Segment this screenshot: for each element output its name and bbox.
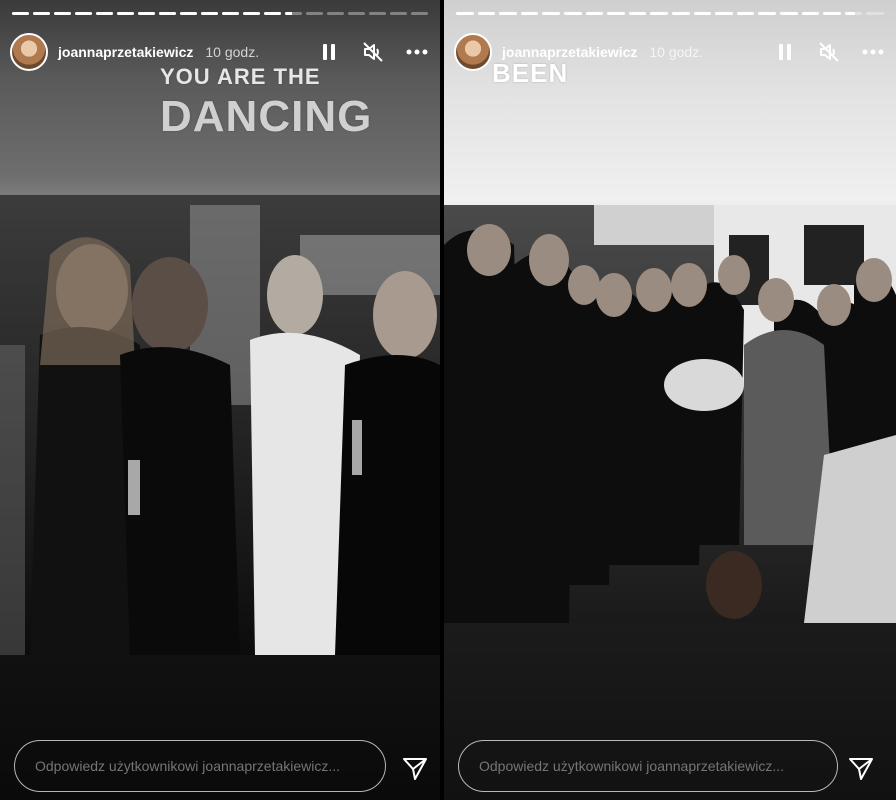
story-progress-bar <box>12 12 428 15</box>
progress-segment-fill <box>823 12 841 15</box>
progress-segment <box>12 12 29 15</box>
story-caption-line-1: YOU ARE THE <box>160 64 321 89</box>
progress-segment-fill <box>33 12 50 15</box>
progress-segment-fill <box>801 12 820 15</box>
progress-segment-fill <box>243 12 260 15</box>
progress-segment <box>671 12 690 15</box>
progress-segment <box>736 12 755 15</box>
progress-segment <box>693 12 712 15</box>
progress-segment <box>243 12 260 15</box>
progress-segment-fill <box>542 12 560 15</box>
pause-icon[interactable] <box>774 41 796 63</box>
progress-segment <box>866 12 884 15</box>
progress-segment-fill <box>628 12 647 15</box>
progress-segment <box>306 12 323 15</box>
progress-segment-fill <box>477 12 496 15</box>
progress-segment <box>201 12 218 15</box>
story-photo <box>0 195 440 655</box>
username[interactable]: joannaprzetakiewicz <box>58 44 193 60</box>
progress-segment <box>348 12 365 15</box>
progress-segment <box>520 12 539 15</box>
progress-segment-fill <box>650 12 668 15</box>
progress-segment <box>264 12 281 15</box>
progress-segment-fill <box>736 12 755 15</box>
progress-segment <box>390 12 407 15</box>
paper-plane-icon[interactable] <box>848 756 874 782</box>
progress-segment <box>628 12 647 15</box>
progress-segment <box>650 12 668 15</box>
progress-segment <box>33 12 50 15</box>
progress-segment-fill <box>585 12 604 15</box>
progress-segment <box>758 12 776 15</box>
progress-segment <box>369 12 386 15</box>
progress-segment-fill <box>180 12 197 15</box>
progress-segment-fill <box>222 12 239 15</box>
progress-segment-fill <box>607 12 625 15</box>
progress-segment-fill <box>715 12 733 15</box>
story-photo <box>444 205 896 623</box>
progress-segment-fill <box>456 12 474 15</box>
progress-segment-fill <box>285 12 292 15</box>
more-dots-icon[interactable] <box>406 41 428 63</box>
progress-segment <box>607 12 625 15</box>
progress-segment <box>117 12 134 15</box>
progress-segment <box>823 12 841 15</box>
reply-input[interactable] <box>14 740 386 792</box>
progress-segment <box>715 12 733 15</box>
progress-segment <box>54 12 71 15</box>
progress-segment-fill <box>693 12 712 15</box>
progress-segment-fill <box>520 12 539 15</box>
progress-segment-fill <box>563 12 582 15</box>
timestamp: 10 godz. <box>205 44 260 60</box>
progress-segment <box>222 12 239 15</box>
progress-segment <box>96 12 113 15</box>
story-caption-line-2: DANCING <box>160 92 373 141</box>
timestamp: 10 godz. <box>649 44 704 60</box>
progress-segment <box>477 12 496 15</box>
progress-segment <box>801 12 820 15</box>
speaker-muted-icon[interactable] <box>362 41 384 63</box>
progress-segment-fill <box>671 12 690 15</box>
progress-segment <box>75 12 92 15</box>
progress-segment-fill <box>499 12 517 15</box>
story-progress-bar <box>456 12 884 15</box>
progress-segment-fill <box>138 12 155 15</box>
progress-segment-fill <box>201 12 218 15</box>
progress-segment <box>138 12 155 15</box>
progress-segment-fill <box>779 12 798 15</box>
progress-segment <box>180 12 197 15</box>
progress-segment <box>585 12 604 15</box>
progress-segment <box>327 12 344 15</box>
progress-segment-fill <box>117 12 134 15</box>
paper-plane-icon[interactable] <box>402 756 428 782</box>
progress-segment-fill <box>12 12 29 15</box>
progress-segment <box>159 12 176 15</box>
more-dots-icon[interactable] <box>862 41 884 63</box>
avatar[interactable] <box>10 33 48 71</box>
pause-icon[interactable] <box>318 41 340 63</box>
progress-segment-fill <box>159 12 176 15</box>
story-panel-right: joannaprzetakiewicz 10 godz. BEEN <box>444 0 896 800</box>
progress-segment <box>563 12 582 15</box>
progress-segment-fill <box>844 12 856 15</box>
progress-segment <box>844 12 863 15</box>
progress-segment <box>779 12 798 15</box>
reply-input[interactable] <box>458 740 838 792</box>
progress-segment <box>411 12 428 15</box>
progress-segment-fill <box>75 12 92 15</box>
story-caption-line-1: BEEN <box>492 58 569 88</box>
progress-segment-fill <box>96 12 113 15</box>
story-panel-left: joannaprzetakiewicz 10 godz. YOU ARE THE… <box>0 0 440 800</box>
progress-segment <box>499 12 517 15</box>
progress-segment-fill <box>758 12 776 15</box>
speaker-muted-icon[interactable] <box>818 41 840 63</box>
progress-segment-fill <box>54 12 71 15</box>
progress-segment-fill <box>264 12 281 15</box>
avatar[interactable] <box>454 33 492 71</box>
progress-segment <box>456 12 474 15</box>
progress-segment <box>542 12 560 15</box>
progress-segment <box>285 12 302 15</box>
